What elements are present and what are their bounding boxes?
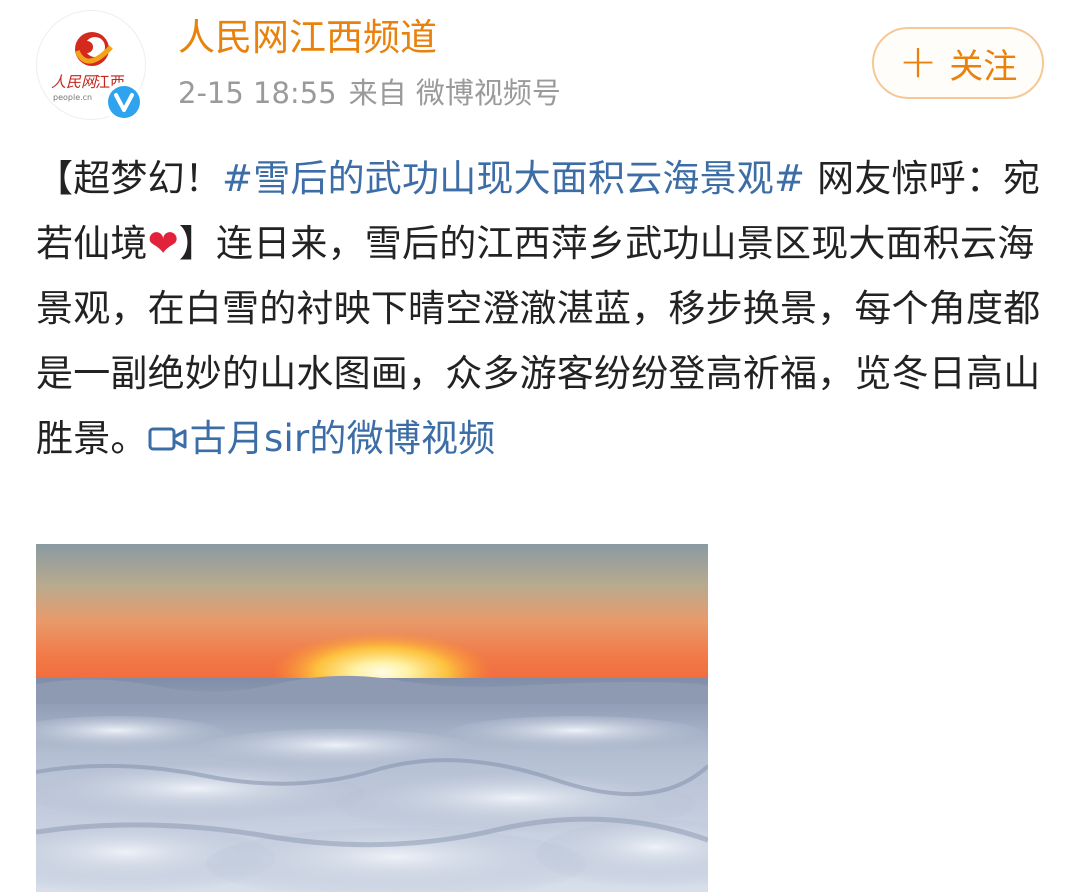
video-thumbnail[interactable] [36,544,708,892]
avatar-url-text: people.cn [53,93,92,102]
plus-icon: + [898,34,938,88]
video-link-label: 古月sir的微博视频 [189,417,496,460]
verified-v-icon [108,86,140,118]
avatar-brand-text: 人民网 [51,73,98,91]
video-link[interactable]: 古月sir的微博视频 [148,417,496,460]
heart-emoji: ❤ [147,222,179,265]
weibo-post: 人民网 江西 people.cn 人民网江西频道 2-15 18:55 来自 微博… [0,0,1080,892]
verified-badge [104,82,144,122]
author-name[interactable]: 人民网江西频道 [178,16,437,60]
follow-button-label: 关注 [949,46,1018,87]
post-time: 2-15 18:55 [178,76,337,110]
hashtag-link[interactable]: #雪后的武功山现大面积云海景观# [222,157,805,200]
sunrise-sea-of-clouds-photo-icon [36,544,708,892]
video-camera-icon [148,427,187,451]
post-prefix: 【超梦幻！ [36,157,222,200]
post-text: 【超梦幻！#雪后的武功山现大面积云海景观# 网友惊呼：宛若仙境❤】连日来，雪后的… [36,146,1046,471]
follow-button[interactable]: + 关注 [872,27,1044,99]
post-source[interactable]: 来自 微博视频号 [349,76,561,110]
post-meta: 2-15 18:55 来自 微博视频号 [178,76,561,111]
